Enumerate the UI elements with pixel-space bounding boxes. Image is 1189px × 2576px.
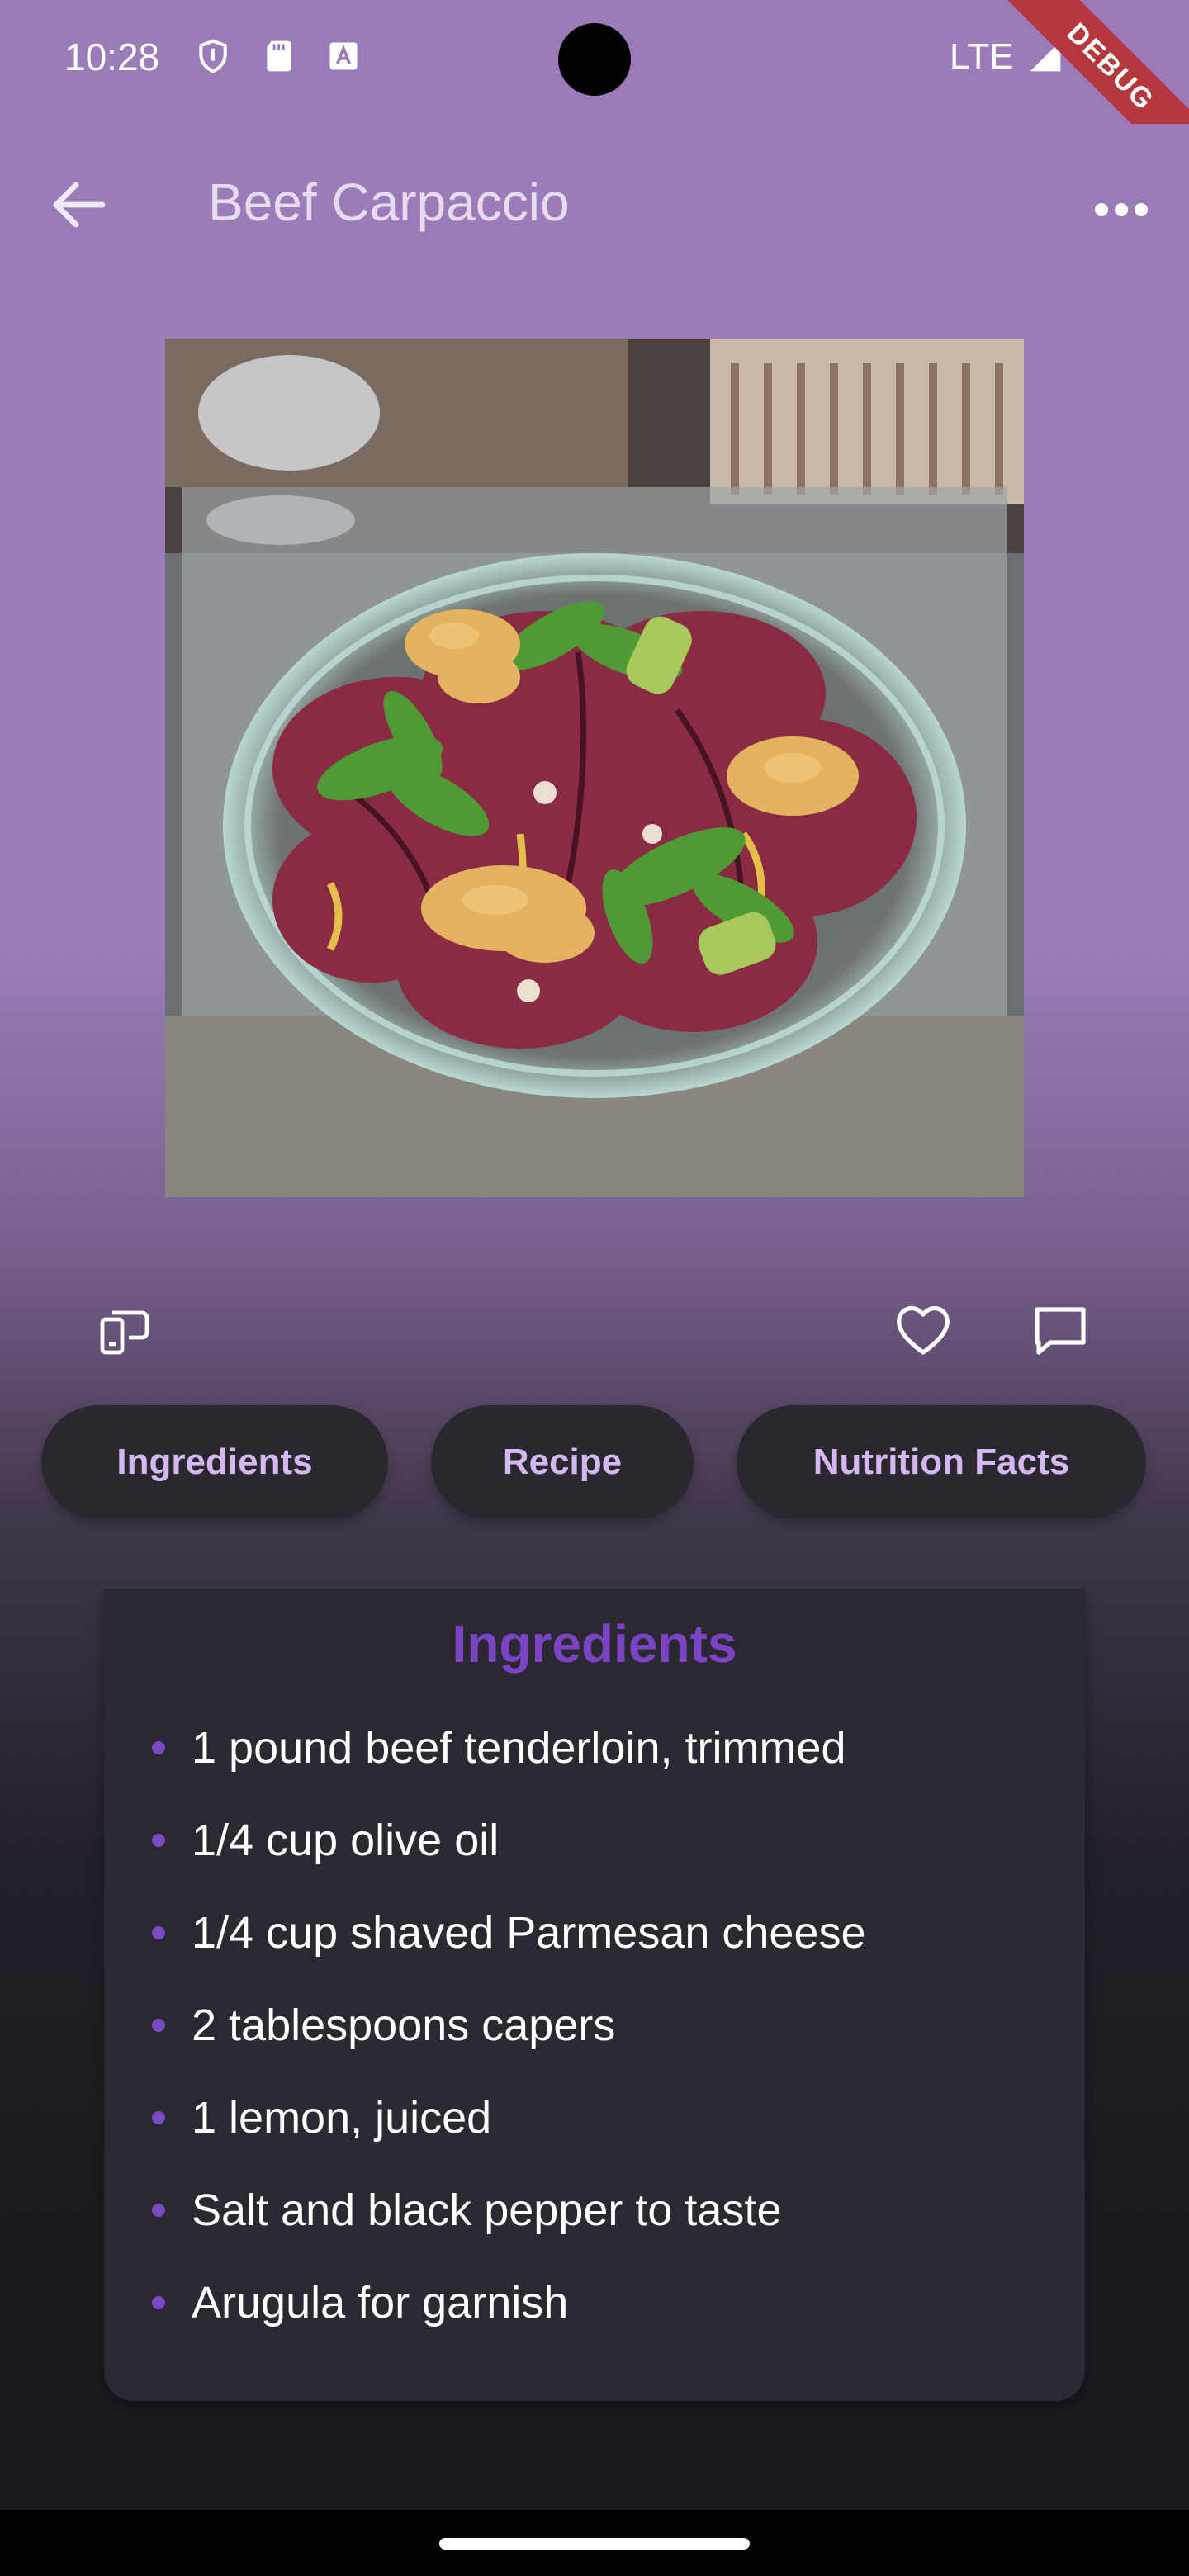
tab-recipe[interactable]: Recipe bbox=[431, 1405, 694, 1519]
shield-icon bbox=[199, 39, 227, 73]
arrow-left-icon[interactable] bbox=[40, 165, 119, 244]
tab-ingredients[interactable]: Ingredients bbox=[41, 1405, 388, 1519]
bullet-icon bbox=[152, 1741, 165, 1754]
front-camera bbox=[558, 23, 631, 96]
bullet-icon bbox=[152, 2019, 165, 2032]
heart-outline-icon[interactable] bbox=[890, 1296, 956, 1362]
network-label: LTE bbox=[950, 36, 1014, 77]
home-indicator[interactable] bbox=[439, 2538, 750, 2550]
bullet-icon bbox=[152, 2111, 165, 2124]
list-item: 2 tablespoons capers bbox=[104, 1983, 1085, 2066]
status-bar: 10:28 LTE DEBUG bbox=[0, 0, 1189, 182]
system-nav-bar bbox=[0, 2510, 1189, 2576]
list-item: Arugula for garnish bbox=[104, 2261, 1085, 2343]
app-bar: Beef Carpaccio bbox=[0, 124, 1189, 281]
ingredients-title: Ingredients bbox=[452, 1614, 737, 1674]
bullet-icon bbox=[152, 2204, 165, 2217]
beef-carpaccio-image bbox=[165, 339, 1024, 1197]
sd-card-icon bbox=[267, 40, 291, 72]
chat-bubble-icon[interactable] bbox=[1027, 1296, 1093, 1362]
bullet-icon bbox=[152, 1926, 165, 1939]
list-item: 1/4 cup olive oil bbox=[104, 1798, 1085, 1881]
list-item: 1 pound beef tenderloin, trimmed bbox=[104, 1706, 1085, 1788]
list-item: 1/4 cup shaved Parmesan cheese bbox=[104, 1891, 1085, 1973]
recipe-photo bbox=[165, 339, 1024, 1197]
tab-nutrition-facts[interactable]: Nutrition Facts bbox=[737, 1405, 1146, 1519]
page-title: Beef Carpaccio bbox=[208, 173, 570, 232]
status-time: 10:28 bbox=[64, 36, 160, 78]
font-a-icon bbox=[329, 42, 358, 70]
more-horiz-icon[interactable] bbox=[1082, 170, 1161, 249]
list-item: 1 lemon, juiced bbox=[104, 2076, 1085, 2158]
cook-mode-icon[interactable] bbox=[92, 1296, 159, 1362]
bullet-icon bbox=[152, 2296, 165, 2309]
bullet-icon bbox=[152, 1834, 165, 1847]
list-item: Salt and black pepper to taste bbox=[104, 2168, 1085, 2251]
ingredients-card: Ingredients 1 pound beef tenderloin, tri… bbox=[104, 1589, 1085, 2401]
